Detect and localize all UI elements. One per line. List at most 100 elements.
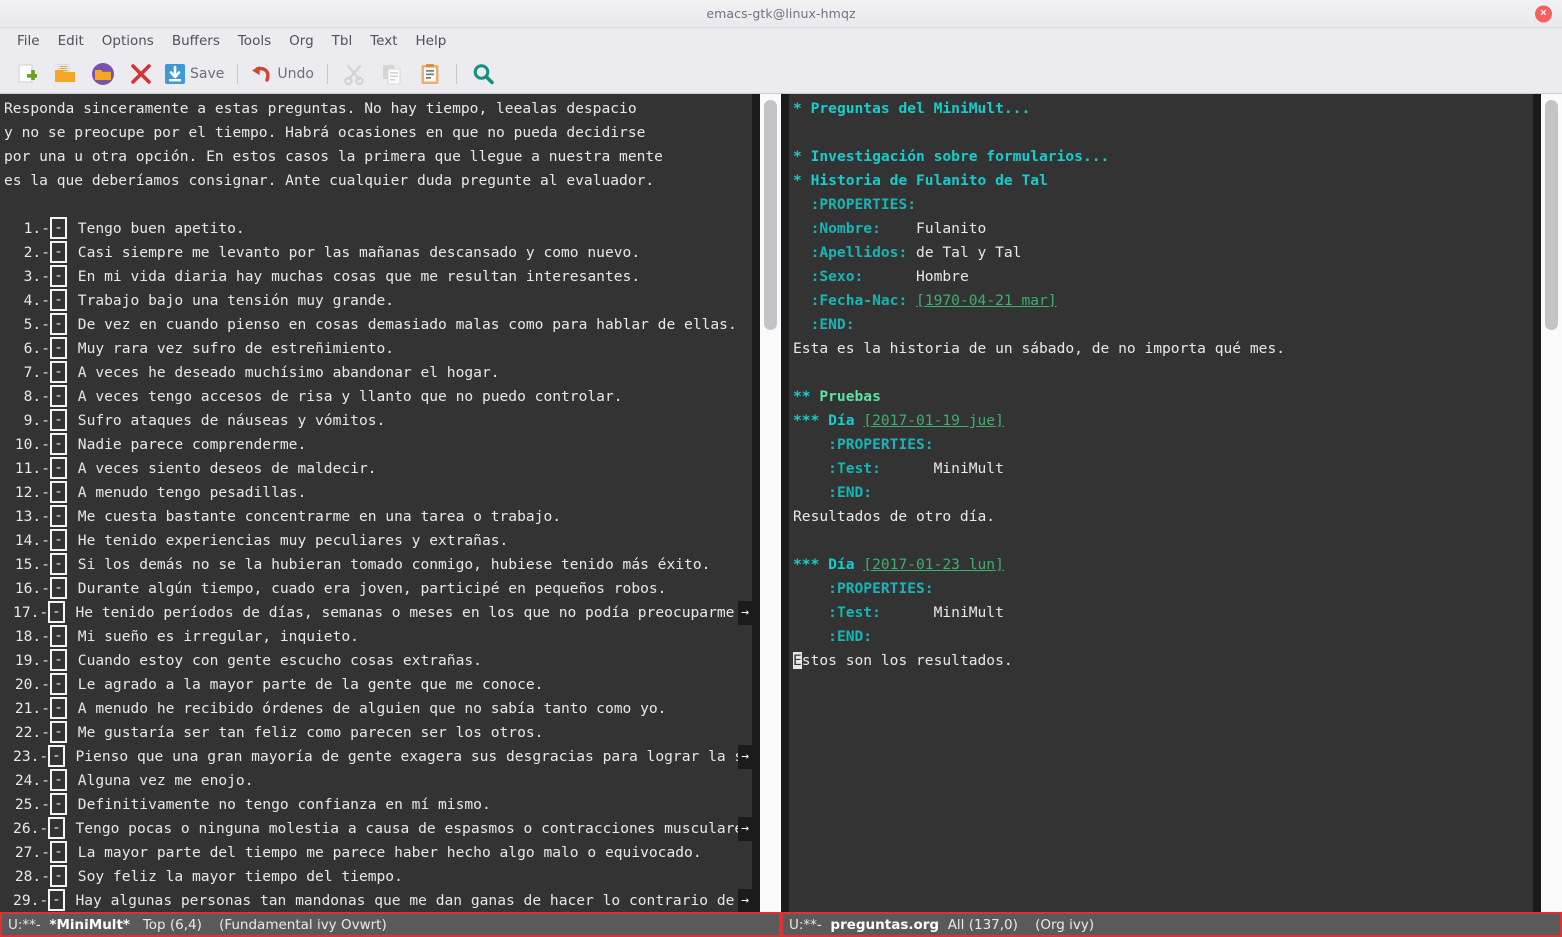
modeline-right-modes: (Org ivy) [1035, 916, 1095, 933]
question-row: 9.- - Sufro ataques de náuseas y vómitos. [4, 409, 752, 433]
question-text: Hay algunas personas tan mandonas que me… [66, 892, 752, 909]
save-button-label: Save [190, 65, 225, 82]
menu-buffers[interactable]: Buffers [163, 31, 229, 51]
answer-field[interactable]: - [50, 505, 67, 527]
answer-field[interactable]: - [50, 673, 67, 695]
answer-field[interactable]: - [48, 889, 65, 911]
modeline-right[interactable]: U:**- preguntas.org All (137,0) (Org ivy… [781, 912, 1562, 937]
menu-tools[interactable]: Tools [229, 31, 280, 51]
answer-field[interactable]: - [48, 817, 65, 839]
menu-org[interactable]: Org [280, 31, 323, 51]
answer-field[interactable]: - [50, 481, 67, 503]
org-timestamp: [1970-04-21 mar] [916, 292, 1057, 309]
question-number: 19.- [14, 652, 50, 669]
answer-field[interactable]: - [48, 601, 65, 623]
paste-button[interactable] [411, 57, 449, 91]
org-property-line: :Test: MiniMult [793, 601, 1533, 625]
modeline-left-buffer-name: *MiniMult* [49, 916, 130, 933]
org-heading-level-3: *** Día [2017-01-23 lun] [793, 553, 1533, 577]
answer-field[interactable]: - [50, 313, 67, 335]
answer-field[interactable]: - [50, 553, 67, 575]
search-magnifier-icon [471, 62, 495, 86]
answer-field[interactable]: - [50, 841, 67, 863]
question-number: 3.- [14, 268, 50, 285]
save-button[interactable]: Save [160, 57, 230, 91]
org-property-line: :Nombre: Fulanito [793, 217, 1533, 241]
answer-field[interactable]: - [50, 769, 67, 791]
answer-field[interactable]: - [50, 265, 67, 287]
buffer-minimult-text[interactable]: Responda sinceramente a estas preguntas.… [0, 94, 752, 912]
org-property-key: :Test: [828, 460, 881, 477]
menu-file[interactable]: File [8, 31, 49, 51]
question-row: 26.- - Tengo pocas o ninguna molestia a c… [4, 817, 752, 841]
org-property-key: :Nombre: [810, 220, 881, 237]
question-text: A veces siento deseos de maldecir. [69, 460, 377, 477]
new-file-icon [15, 62, 39, 86]
scrollbar-right-thumb[interactable] [1545, 100, 1558, 330]
question-text: En mi vida diaria hay muchas cosas que m… [69, 268, 641, 285]
answer-field[interactable]: - [48, 745, 65, 767]
title-bar: emacs-gtk@linux-hmqz × [0, 0, 1562, 28]
menu-edit[interactable]: Edit [49, 31, 93, 51]
scrollbar-left-thumb[interactable] [764, 100, 777, 330]
org-drawer-line: :PROPERTIES: [793, 193, 1533, 217]
menu-tbl[interactable]: Tbl [323, 31, 362, 51]
question-text: De vez en cuando pienso en cosas demasia… [69, 316, 737, 333]
open-file-button[interactable] [46, 57, 84, 91]
question-number: 15.- [14, 556, 50, 573]
org-indent [793, 436, 828, 453]
question-text: He tenido experiencias muy peculiares y … [69, 532, 509, 549]
cut-button[interactable] [335, 57, 373, 91]
new-file-button[interactable] [8, 57, 46, 91]
question-number: 2.- [14, 244, 50, 261]
answer-field[interactable]: - [50, 649, 67, 671]
save-icon [164, 63, 186, 85]
org-body-text: stos son los resultados. [801, 652, 1013, 669]
buffer-preguntas-org-text[interactable]: * Preguntas del MiniMult... * Investigac… [789, 94, 1533, 912]
org-body-line: Resultados de otro día. [793, 505, 1533, 529]
close-window-button[interactable]: × [1535, 5, 1552, 22]
answer-field[interactable]: - [50, 409, 67, 431]
answer-field[interactable]: - [50, 337, 67, 359]
org-drawer-keyword: :PROPERTIES: [828, 436, 934, 453]
answer-field[interactable]: - [50, 793, 67, 815]
org-property-value: Fulanito [916, 220, 987, 237]
close-icon: × [1539, 7, 1548, 19]
undo-button[interactable]: Undo [245, 57, 320, 91]
org-indent [881, 604, 934, 621]
answer-field[interactable]: - [50, 529, 67, 551]
question-row: 6.- - Muy rara vez sufro de estreñimiento… [4, 337, 752, 361]
copy-button[interactable] [373, 57, 411, 91]
org-blank-line [793, 121, 1533, 145]
answer-field[interactable]: - [50, 865, 67, 887]
question-row: 16.- - Durante algún tiempo, cuado era jo… [4, 577, 752, 601]
text-cursor: E [793, 652, 802, 669]
question-text: Si los demás no se la hubieran tomado co… [69, 556, 711, 573]
answer-field[interactable]: - [50, 217, 67, 239]
answer-field[interactable]: - [50, 289, 67, 311]
modeline-left-modes: (Fundamental ivy Ovwrt) [219, 916, 387, 933]
answer-field[interactable]: - [50, 457, 67, 479]
scrollbar-right[interactable] [1541, 94, 1562, 912]
org-heading-level-3: *** Día [2017-01-19 jue] [793, 409, 1533, 433]
answer-field[interactable]: - [50, 385, 67, 407]
answer-field[interactable]: - [50, 433, 67, 455]
org-heading-title: Día [819, 412, 864, 429]
scrollbar-left[interactable] [760, 94, 781, 912]
right-buffer-right-edge [1533, 94, 1541, 912]
answer-field[interactable]: - [50, 721, 67, 743]
question-number: 14.- [14, 532, 50, 549]
close-buffer-button[interactable] [122, 57, 160, 91]
menu-text[interactable]: Text [361, 31, 406, 51]
menu-options[interactable]: Options [93, 31, 163, 51]
answer-field[interactable]: - [50, 697, 67, 719]
search-button[interactable] [464, 57, 502, 91]
modeline-left[interactable]: U:**- *MiniMult* Top (6,4) (Fundamental … [0, 912, 781, 937]
answer-field[interactable]: - [50, 577, 67, 599]
menu-help[interactable]: Help [407, 31, 456, 51]
answer-field[interactable]: - [50, 361, 67, 383]
answer-field[interactable]: - [50, 241, 67, 263]
open-directory-button[interactable] [84, 57, 122, 91]
org-heading-level-1: * Historia de Fulanito de Tal [793, 169, 1533, 193]
answer-field[interactable]: - [50, 625, 67, 647]
